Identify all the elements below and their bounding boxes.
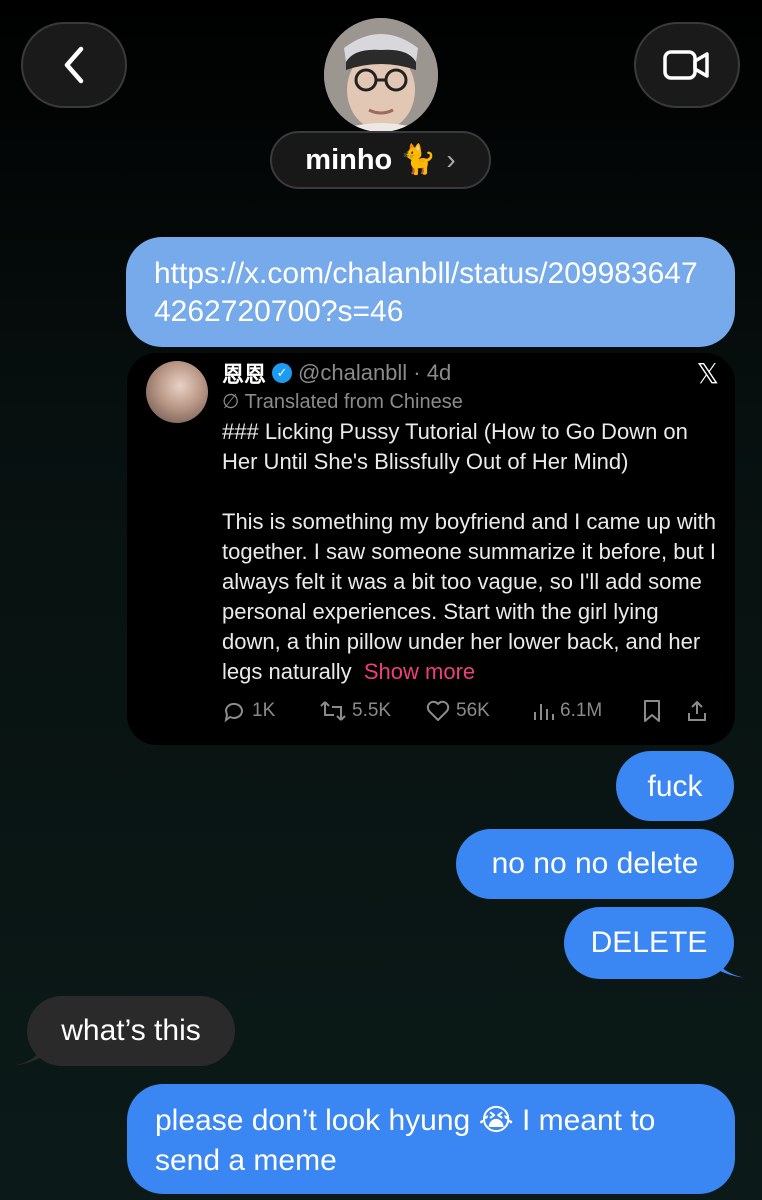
translated-label: ∅ Translated from Chinese (222, 391, 463, 413)
bubble-tail (716, 956, 744, 978)
back-button[interactable] (21, 22, 127, 108)
translate-icon: ∅ (222, 391, 240, 413)
tweet-header: 恩恩 ✓ @chalanbll · 4d (222, 357, 451, 389)
tweet-author-name: 恩恩 (222, 362, 267, 387)
verified-badge-icon: ✓ (272, 363, 293, 383)
share-icon (688, 700, 706, 721)
views-count: 6.1M (560, 700, 603, 721)
contact-name-button[interactable]: minho 🐈 › (270, 131, 491, 189)
bookmark-icon (644, 700, 660, 722)
bookmark-action[interactable] (642, 699, 686, 723)
video-call-button[interactable] (634, 22, 740, 108)
show-more-link[interactable]: Show more (364, 659, 475, 684)
link-url[interactable]: https://x.com/chalanbll/status/209983647… (154, 257, 698, 328)
video-camera-icon (663, 50, 709, 80)
reply-icon (224, 702, 243, 723)
message-text: fuck (647, 770, 703, 803)
tweet-body: This is something my boyfriend and I cam… (222, 509, 717, 684)
reply-action[interactable]: 1K (222, 699, 320, 723)
tweet-author-avatar (146, 361, 208, 423)
contact-name: minho (305, 143, 393, 176)
bubble-tail (14, 1044, 42, 1066)
tweet-handle-time: @chalanbll · 4d (298, 360, 452, 385)
message-outgoing[interactable]: fuck (616, 751, 734, 821)
tweet-actions: 1K 5.5K 56K 6.1M (222, 699, 722, 723)
chevron-left-icon (64, 46, 84, 84)
message-text: what’s this (61, 1014, 201, 1047)
message-incoming[interactable]: what’s this (27, 996, 235, 1066)
contact-photo (324, 18, 438, 132)
contact-avatar[interactable] (324, 18, 438, 132)
message-text: DELETE (590, 926, 708, 959)
tweet-body-para: This is something my boyfriend and I cam… (222, 507, 722, 687)
like-action[interactable]: 56K (426, 700, 532, 722)
reply-count: 1K (252, 700, 276, 721)
repost-count: 5.5K (352, 700, 392, 721)
cat-emoji: 🐈 (400, 144, 437, 176)
tweet-text: ### Licking Pussy Tutorial (How to Go Do… (222, 417, 722, 687)
message-outgoing[interactable]: no no no delete (456, 829, 734, 899)
tweet-preview-card[interactable]: 恩恩 ✓ @chalanbll · 4d 𝕏 ∅ Translated from… (127, 353, 735, 745)
message-outgoing[interactable]: DELETE (564, 907, 734, 979)
tweet-title: ### Licking Pussy Tutorial (How to Go Do… (222, 419, 688, 474)
views-action[interactable]: 6.1M (532, 700, 642, 722)
like-count: 56K (456, 700, 490, 721)
x-logo-icon: 𝕏 (696, 357, 719, 390)
link-message[interactable]: https://x.com/chalanbll/status/209983647… (126, 237, 735, 347)
heart-icon (426, 700, 450, 721)
chevron-right-icon: › (446, 144, 456, 175)
message-text: please don’t look hyung 😭 I meant to sen… (155, 1104, 656, 1177)
repost-icon (320, 701, 346, 721)
message-text: no no no delete (491, 847, 699, 880)
repost-action[interactable]: 5.5K (320, 699, 426, 723)
views-chart-icon (534, 704, 554, 720)
message-outgoing[interactable]: please don’t look hyung 😭 I meant to sen… (127, 1084, 735, 1194)
share-action[interactable] (686, 699, 708, 723)
